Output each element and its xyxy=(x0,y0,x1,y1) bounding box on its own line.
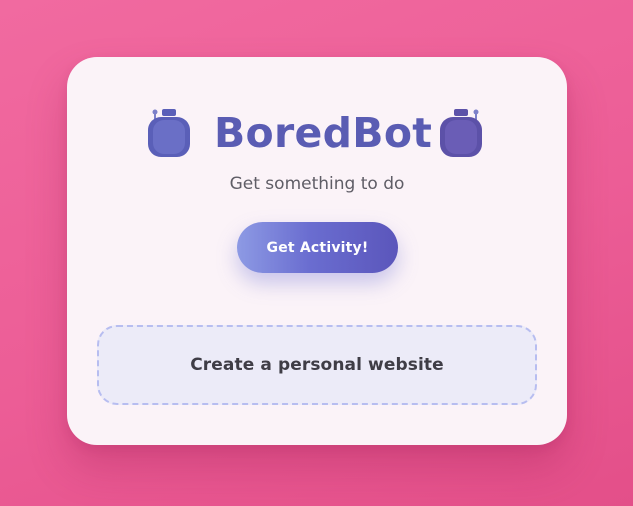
app-title: BoredBot xyxy=(214,109,433,157)
robot-icon xyxy=(148,109,190,157)
robot-icon xyxy=(440,109,482,157)
activity-text: Create a personal website xyxy=(190,355,444,375)
activity-card: Create a personal website xyxy=(97,325,537,405)
get-activity-button[interactable]: Get Activity! xyxy=(237,222,398,273)
title-row: BoredBot xyxy=(0,104,633,162)
subtitle: Get something to do xyxy=(229,174,405,194)
